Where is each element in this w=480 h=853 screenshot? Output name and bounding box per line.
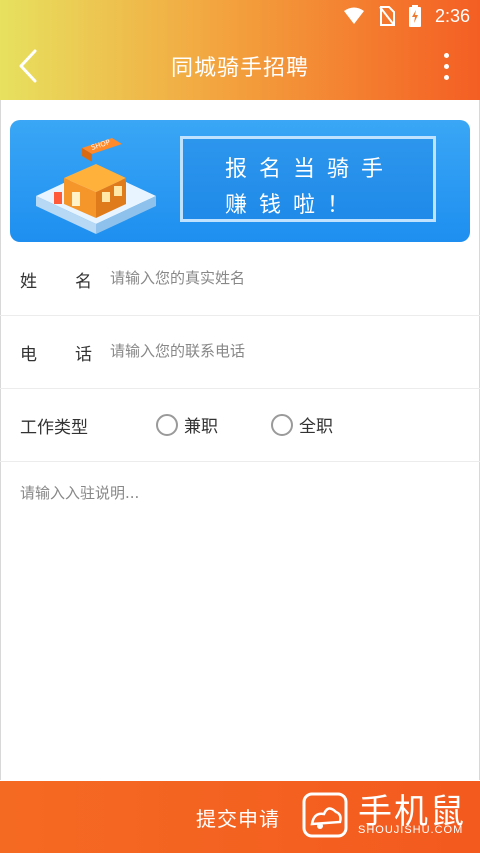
phone-row: 电 话 [0,316,480,389]
phone-input[interactable] [110,336,460,366]
radio-circle-icon[interactable] [156,413,178,436]
banner-subline: 赚钱啦！ [225,193,362,218]
more-dot [443,74,449,80]
radio-part-time[interactable]: 兼职 [156,412,218,437]
name-label-char1: 姓 [20,272,37,292]
more-button[interactable] [436,46,456,86]
description-textarea[interactable] [20,482,460,762]
radio-full-time-label: 全职 [299,417,333,437]
app-header: 2:36 同城骑手招聘 [0,0,480,100]
watermark-logo-icon [302,792,348,838]
watermark-subtext: SHOUJISHU.COM [358,824,464,836]
name-label-char2: 名 [75,272,92,292]
recruit-banner: SHOP 报名当骑手 赚钱啦！ [10,120,470,242]
name-row: 姓 名 [0,243,480,316]
wifi-icon [343,7,364,24]
more-dot [443,63,449,69]
no-sim-icon [379,6,395,26]
radio-part-time-label: 兼职 [184,417,218,437]
phone-label-char1: 电 [20,345,37,365]
phone-label-char2: 话 [75,345,92,365]
recruit-page: 2:36 同城骑手招聘 SHOP 报名当骑手 赚钱啦！ 姓 名 请输入您的真实姓… [0,0,480,853]
status-icons: 2:36 [343,4,470,28]
watermark: 手机鼠 SHOUJISHU.COM [300,786,470,848]
radio-circle-icon[interactable] [271,413,293,436]
banner-text-frame: 报名当骑手 赚钱啦！ [180,136,436,222]
shop-building-illustration: SHOP [36,138,156,234]
radio-full-time[interactable]: 全职 [271,412,333,437]
status-bar: 2:36 [0,0,480,32]
more-vertical-icon [443,52,449,58]
job-type-row: 工作类型 兼职 全职 [0,389,480,462]
banner-headline: 报名当骑手 [225,157,396,182]
battery-charging-icon [408,5,421,27]
phone-label: 电 话 [20,340,92,365]
submit-label: 提交申请 [196,807,280,831]
name-input[interactable] [110,263,460,293]
page-title: 同城骑手招聘 [170,56,309,81]
job-type-label: 工作类型 [20,418,88,438]
title-bar: 同城骑手招聘 [0,32,480,100]
name-label: 姓 名 [20,267,92,292]
status-time: 2:36 [434,5,470,26]
